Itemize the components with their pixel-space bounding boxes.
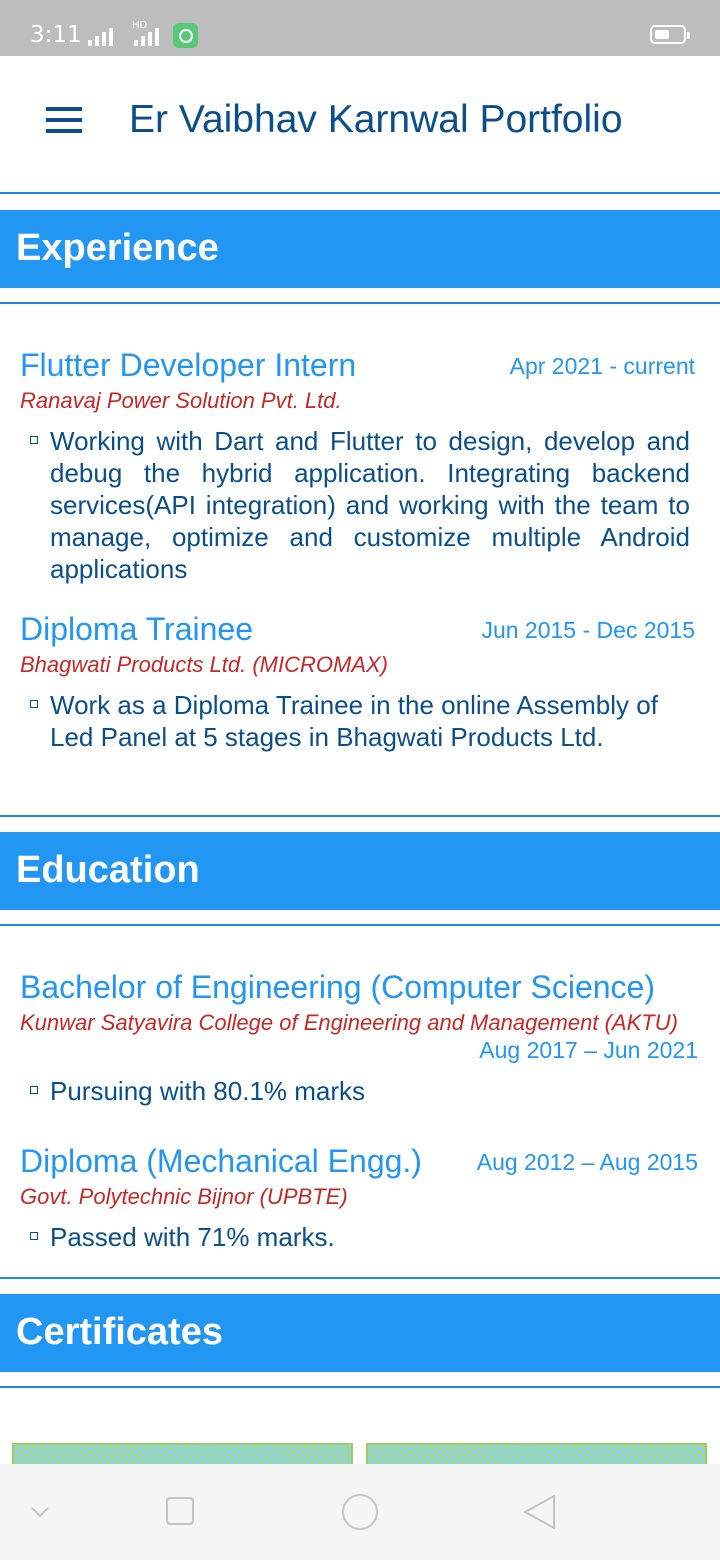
- system-nav-bar: [0, 1464, 720, 1560]
- section-header-experience: Experience: [0, 210, 720, 288]
- bullet-icon: [30, 1086, 38, 1094]
- section-title: Education: [16, 849, 200, 891]
- section-title: Certificates: [16, 1311, 223, 1353]
- education-organization: Kunwar Satyavira College of Engineering …: [20, 1010, 678, 1035]
- battery-icon: [650, 25, 690, 44]
- divider: [0, 1386, 720, 1388]
- education-organization: Govt. Polytechnic Bijnor (UPBTE): [20, 1184, 348, 1209]
- signal-icon: [88, 26, 113, 46]
- section-title: Experience: [16, 227, 219, 269]
- education-point: Passed with 71% marks.: [50, 1222, 335, 1252]
- hd-signal-icon: [134, 26, 159, 46]
- education-title: Bachelor of Engineering (Computer Scienc…: [20, 969, 655, 1005]
- experience-organization: Ranavaj Power Solution Pvt. Ltd.: [20, 388, 342, 413]
- app-notification-icon: [173, 23, 198, 48]
- collapse-icon[interactable]: [30, 1502, 50, 1522]
- status-time: 3:11: [30, 22, 82, 48]
- divider: [0, 302, 720, 304]
- experience-date: Jun 2015 - Dec 2015: [481, 617, 695, 643]
- divider: [0, 924, 720, 926]
- section-header-certificates: Certificates: [0, 1294, 720, 1372]
- hamburger-menu-icon[interactable]: [46, 107, 82, 135]
- experience-title: Diploma Trainee: [20, 611, 253, 647]
- experience-point: Work as a Diploma Trainee in the online …: [50, 690, 658, 752]
- divider: [0, 815, 720, 817]
- experience-date: Apr 2021 - current: [509, 353, 695, 379]
- app-title: Er Vaibhav Karnwal Portfolio: [129, 98, 623, 141]
- section-header-education: Education: [0, 832, 720, 910]
- bullet-icon: [30, 436, 38, 444]
- education-date: Aug 2012 – Aug 2015: [476, 1149, 698, 1175]
- app-bar: Er Vaibhav Karnwal Portfolio: [0, 56, 720, 186]
- recents-icon[interactable]: [166, 1497, 194, 1525]
- experience-organization: Bhagwati Products Ltd. (MICROMAX): [20, 652, 389, 677]
- bullet-icon: [30, 700, 38, 708]
- education-date: Aug 2017 – Jun 2021: [479, 1037, 698, 1063]
- experience-point: Working with Dart and Flutter to design,…: [50, 426, 690, 584]
- education-point: Pursuing with 80.1% marks: [50, 1076, 366, 1106]
- home-icon[interactable]: [342, 1494, 378, 1530]
- back-icon[interactable]: [522, 1494, 556, 1530]
- status-bar: 3:11 HD: [0, 0, 720, 56]
- experience-title: Flutter Developer Intern: [20, 347, 357, 383]
- divider: [0, 1277, 720, 1279]
- education-title: Diploma (Mechanical Engg.): [20, 1143, 422, 1179]
- divider: [0, 192, 720, 194]
- bullet-icon: [30, 1232, 38, 1240]
